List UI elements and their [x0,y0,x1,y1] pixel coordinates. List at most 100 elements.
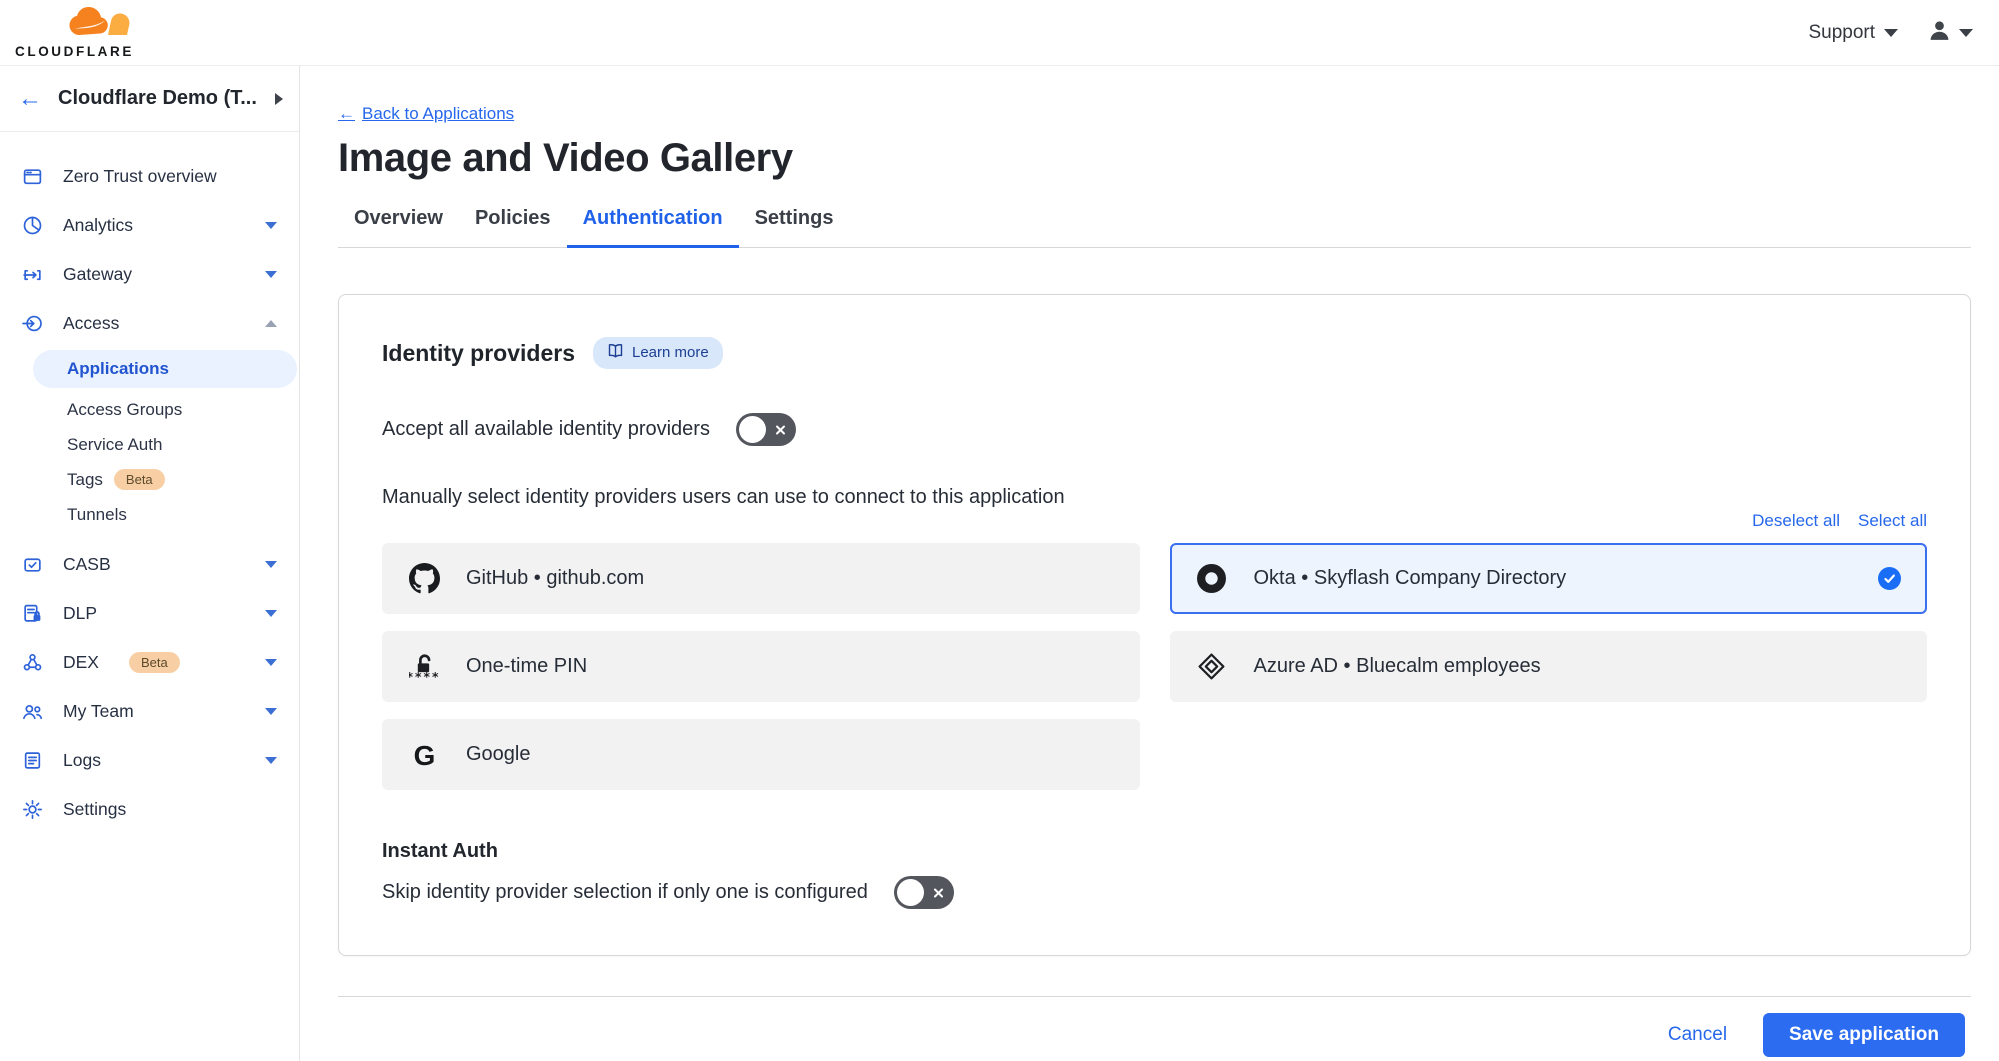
chevron-down-icon [265,561,277,568]
sidebar-item-service-auth[interactable]: Service Auth [0,427,299,462]
sidebar-item-zero-trust-overview[interactable]: Zero Trust overview [0,152,299,201]
sidebar-item-label: Access Groups [67,400,182,420]
select-all-link[interactable]: Select all [1858,511,1927,531]
cloudflare-cloud-icon [15,7,147,43]
chevron-up-icon [265,320,277,327]
deselect-all-link[interactable]: Deselect all [1752,511,1840,531]
provider-one-time-pin[interactable]: **** One-time PIN [382,631,1140,702]
sidebar-item-tunnels[interactable]: Tunnels [0,497,299,532]
sidebar-item-label: Zero Trust overview [63,166,217,187]
sidebar-item-logs[interactable]: Logs [0,736,299,785]
google-icon: G [408,739,440,770]
window-icon [20,166,44,187]
back-arrow-icon: ← [338,104,355,124]
tab-policies[interactable]: Policies [459,207,567,248]
sidebar-item-settings[interactable]: Settings [0,785,299,834]
provider-label: Azure AD • Bluecalm employees [1254,655,1902,678]
sidebar-item-analytics[interactable]: Analytics [0,201,299,250]
cloudflare-logo[interactable]: CLOUDFLARE [15,7,147,59]
sidebar-item-access[interactable]: Access [0,299,299,348]
sidebar-item-label: My Team [63,701,134,722]
gateway-icon [20,264,44,285]
chevron-down-icon [1959,29,1973,37]
account-name: Cloudflare Demo (T... [58,87,259,110]
sidebar-item-dex[interactable]: DEX Beta [0,638,299,687]
learn-more-label: Learn more [632,344,709,361]
x-icon [774,423,787,436]
beta-badge: Beta [129,652,180,674]
tab-authentication[interactable]: Authentication [567,207,739,248]
sidebar-item-my-team[interactable]: My Team [0,687,299,736]
sidebar-item-label: Access [63,313,119,334]
instant-auth-toggle[interactable] [894,876,954,909]
instant-auth-heading: Instant Auth [382,840,1927,863]
identity-providers-card: Identity providers Learn more Accept all… [338,294,1971,956]
provider-github[interactable]: GitHub • github.com [382,543,1140,614]
gear-icon [20,799,44,820]
sidebar-item-casb[interactable]: CASB [0,540,299,589]
svg-text:G: G [413,740,435,770]
support-menu[interactable]: Support [1808,22,1898,44]
tab-overview[interactable]: Overview [338,207,459,248]
azure-ad-icon [1196,651,1228,682]
chevron-right-icon[interactable] [275,93,283,105]
provider-google[interactable]: G Google [382,719,1140,790]
selected-check-icon [1878,567,1901,590]
chevron-down-icon [1884,29,1898,37]
toggle-knob [897,879,924,906]
support-label: Support [1808,22,1875,44]
accept-all-toggle[interactable] [736,413,796,446]
sidebar-item-label: Logs [63,750,101,771]
sidebar-item-applications[interactable]: Applications [33,350,297,388]
access-subnav: Applications Access Groups Service Auth … [0,348,299,540]
sidebar-item-gateway[interactable]: Gateway [0,250,299,299]
sidebar-item-label: Service Auth [67,435,162,455]
provider-label: GitHub • github.com [466,567,1114,590]
sidebar-item-access-groups[interactable]: Access Groups [0,392,299,427]
user-menu[interactable] [1928,19,1973,47]
sidebar-item-tags[interactable]: Tags Beta [0,462,299,497]
provider-azure-ad[interactable]: Azure AD • Bluecalm employees [1170,631,1928,702]
provider-grid: GitHub • github.com Okta • Skyflash Comp… [382,543,1927,790]
access-icon [20,313,44,334]
github-icon [408,563,440,594]
accept-all-label: Accept all available identity providers [382,418,710,441]
main-content: ← Back to Applications Image and Video G… [300,66,1999,1061]
document-lock-icon [20,603,44,624]
page-title: Image and Video Gallery [338,136,1971,181]
back-arrow-icon[interactable]: ← [18,87,42,111]
chevron-down-icon [265,610,277,617]
beta-badge: Beta [114,469,165,491]
footer-actions: Cancel Save application [338,997,1971,1057]
back-to-applications-link[interactable]: ← Back to Applications [338,104,514,124]
sidebar-item-label: Settings [63,799,126,820]
top-bar: CLOUDFLARE Support [0,0,1999,66]
toggle-knob [739,416,766,443]
one-time-pin-icon: **** [408,651,440,682]
provider-label: One-time PIN [466,655,1114,678]
tab-settings[interactable]: Settings [739,207,850,248]
list-document-icon [20,750,44,771]
x-icon [932,886,945,899]
cancel-button[interactable]: Cancel [1668,1024,1727,1046]
svg-text:****: **** [409,669,440,682]
back-link-label: Back to Applications [362,104,514,124]
book-icon [607,342,624,363]
user-avatar-icon [1928,19,1951,47]
casb-icon [20,554,44,575]
account-switcher[interactable]: ← Cloudflare Demo (T... [0,66,299,132]
provider-okta[interactable]: Okta • Skyflash Company Directory [1170,543,1928,614]
topbar-actions: Support [1808,19,1973,47]
save-application-button[interactable]: Save application [1763,1013,1965,1057]
chevron-down-icon [265,659,277,666]
people-icon [20,701,44,722]
sidebar-item-dlp[interactable]: DLP [0,589,299,638]
sidebar-item-label: Tunnels [67,505,127,525]
sidebar-item-label: Analytics [63,215,133,236]
learn-more-badge[interactable]: Learn more [593,337,723,369]
sidebar: ← Cloudflare Demo (T... Zero Trust overv… [0,66,300,1061]
provider-label: Google [466,743,1114,766]
card-title: Identity providers [382,340,575,367]
sidebar-item-label: Tags [67,470,103,490]
sidebar-item-label: Gateway [63,264,132,285]
